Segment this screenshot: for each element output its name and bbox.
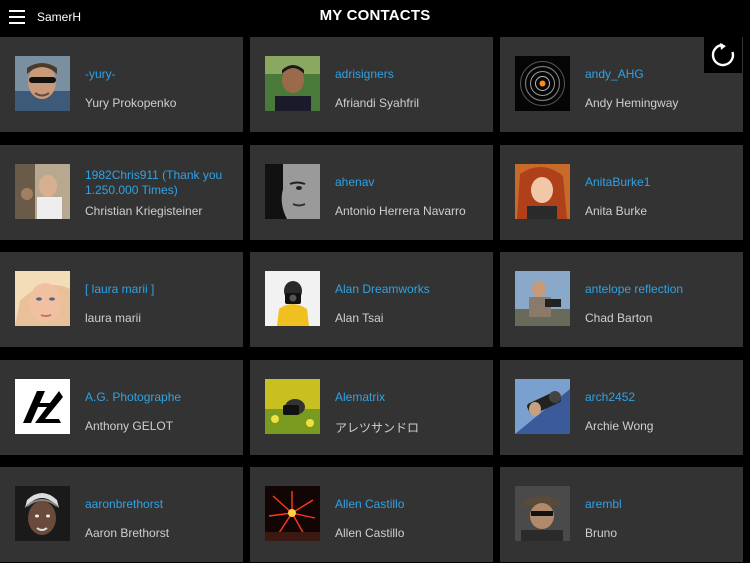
contacts-grid: -yury- Yury Prokopenko adrisigners Afria… [0,37,750,563]
avatar [265,271,320,326]
contact-card[interactable]: AnitaBurke1 Anita Burke [500,145,743,240]
contact-card[interactable]: arembl Bruno [500,467,743,562]
contact-name: Chad Barton [585,311,653,325]
contact-card[interactable]: Alan Dreamworks Alan Tsai [250,252,493,347]
avatar [515,379,570,434]
avatar [515,164,570,219]
avatar [15,271,70,326]
contact-name: Allen Castillo [335,526,405,540]
avatar [265,379,320,434]
contact-card[interactable]: aaronbrethorst Aaron Brethorst [0,467,243,562]
contact-username[interactable]: Alan Dreamworks [335,282,485,297]
contact-name: Anita Burke [585,204,648,218]
contact-name: Alan Tsai [335,311,384,325]
contact-username[interactable]: -yury- [85,67,235,82]
refresh-icon[interactable] [704,37,742,73]
contact-username[interactable]: AnitaBurke1 [585,175,735,190]
contact-card[interactable]: 1982Chris911 (Thank you 1.250.000 Times)… [0,145,243,240]
avatar [265,164,320,219]
contact-name: Anthony GELOT [85,419,174,433]
contact-name: Afriandi Syahfril [335,96,420,110]
contact-name: laura marii [85,311,142,325]
contact-name: Andy Hemingway [585,96,679,110]
avatar [15,56,70,111]
contact-name: Bruno [585,526,618,540]
contact-card[interactable]: adrisigners Afriandi Syahfril [250,37,493,132]
contact-card[interactable]: Allen Castillo Allen Castillo [250,467,493,562]
contact-name: アレツサンドロ [335,421,420,435]
contact-username[interactable]: adrisigners [335,67,485,82]
contact-username[interactable]: A.G. Photographe [85,390,235,405]
contact-card[interactable]: ahenav Antonio Herrera Navarro [250,145,493,240]
contact-name: Antonio Herrera Navarro [335,204,466,218]
top-bar: SamerH MY CONTACTS [0,0,750,34]
avatar [515,56,570,111]
contact-card[interactable]: -yury- Yury Prokopenko [0,37,243,132]
avatar [515,271,570,326]
avatar [15,486,70,541]
contact-username[interactable]: aaronbrethorst [85,497,235,512]
contact-username[interactable]: 1982Chris911 (Thank you 1.250.000 Times) [85,168,235,198]
page-title: MY CONTACTS [319,7,431,24]
contact-username[interactable]: antelope reflection [585,282,735,297]
contact-username[interactable]: ahenav [335,175,485,190]
avatar [15,379,70,434]
avatar [265,56,320,111]
contact-card[interactable]: Alematrix アレツサンドロ [250,360,493,455]
contact-username[interactable]: arch2452 [585,390,735,405]
contact-card[interactable]: [ laura marii ] laura marii [0,252,243,347]
contact-name: Archie Wong [585,419,654,433]
contact-username[interactable]: arembl [585,497,735,512]
avatar [15,164,70,219]
contact-username[interactable]: [ laura marii ] [85,282,235,297]
contact-name: Christian Kriegisteiner [85,204,203,218]
contact-name: Aaron Brethorst [85,526,170,540]
contact-username[interactable]: Alematrix [335,390,485,405]
contact-card[interactable]: A.G. Photographe Anthony GELOT [0,360,243,455]
contact-name: Yury Prokopenko [85,96,177,110]
contact-card[interactable]: arch2452 Archie Wong [500,360,743,455]
avatar [265,486,320,541]
avatar [515,486,570,541]
contact-card[interactable]: antelope reflection Chad Barton [500,252,743,347]
contact-username[interactable]: Allen Castillo [335,497,485,512]
